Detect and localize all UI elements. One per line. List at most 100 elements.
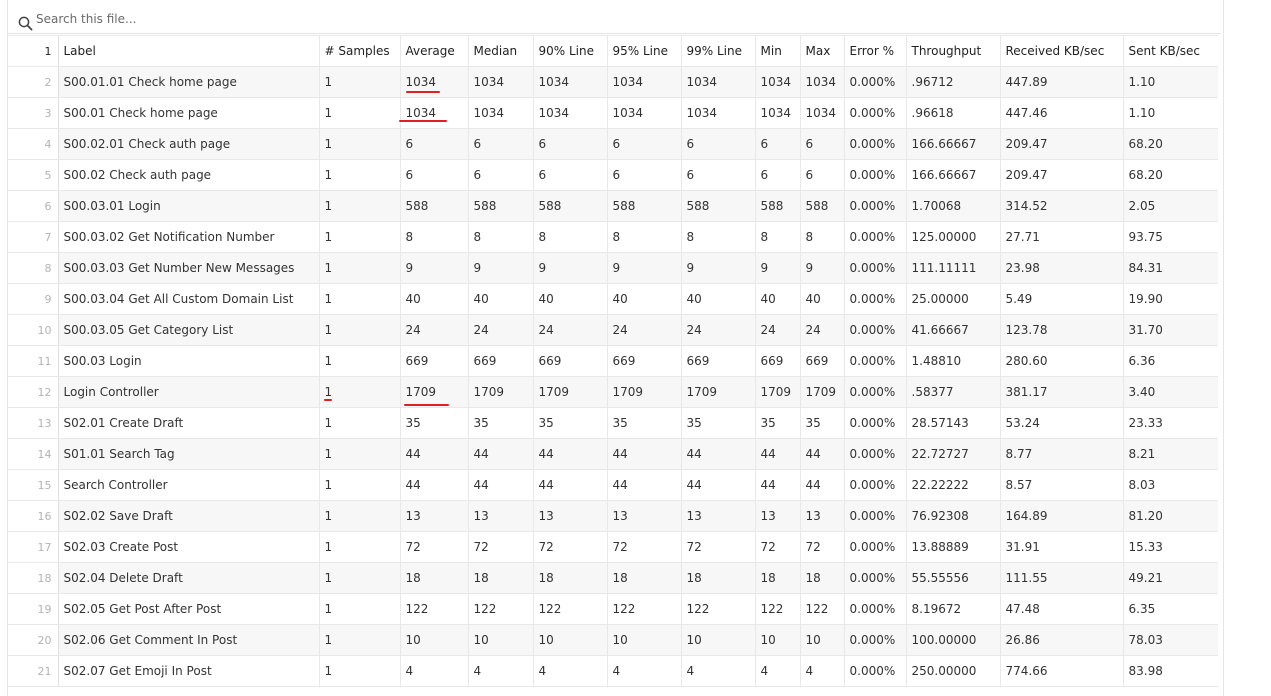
table-cell: 1 [318, 655, 400, 687]
table-cell: 1 [318, 190, 400, 222]
cell-value: 22.72727 [911, 447, 969, 461]
line-number: 4 [8, 128, 58, 160]
cell-value: 8 [686, 230, 695, 244]
cell-value: 447.89 [1005, 75, 1048, 89]
table-cell: 1.48810 [905, 345, 1000, 377]
cell-value: 40 [538, 292, 554, 306]
table-cell: 10 [606, 624, 681, 656]
table-cell: 55.55556 [905, 562, 1000, 594]
table-cell: S00.01 Check home page [57, 97, 319, 129]
table-cell: 164.89 [999, 500, 1123, 532]
table-cell: 13.88889 [905, 531, 1000, 563]
cell-value: 669 [473, 354, 497, 368]
table-cell: .96618 [905, 97, 1000, 129]
table-cell: 4 [680, 655, 755, 687]
table-cell: 1034 [799, 97, 844, 129]
table-cell: 35 [606, 407, 681, 439]
table-cell: S01.01 Search Tag [57, 438, 319, 470]
line-number: 8 [8, 252, 58, 284]
table-cell: 23.33 [1122, 407, 1218, 439]
table-cell: 1709 [467, 376, 533, 408]
table-cell: 53.24 [999, 407, 1123, 439]
column-header: Min [754, 35, 800, 67]
table-cell: 8 [606, 221, 681, 253]
cell-value: 47.48 [1005, 602, 1040, 616]
table-cell: 18 [532, 562, 607, 594]
cell-value: 3.40 [1128, 385, 1156, 399]
table-cell: S00.01.01 Check home page [57, 66, 319, 98]
cell-value: 122 [612, 602, 636, 616]
search-input[interactable] [36, 10, 436, 28]
cell-value: 44 [473, 447, 489, 461]
table-cell: 447.89 [999, 66, 1123, 98]
cell-value: 669 [760, 354, 784, 368]
table-cell: 9 [680, 252, 755, 284]
table-cell: 28.57143 [905, 407, 1000, 439]
cell-value: .58377 [911, 385, 954, 399]
table-cell: 19.90 [1122, 283, 1218, 315]
cell-value: 1034 [805, 75, 837, 89]
table-cell: 1.10 [1122, 66, 1218, 98]
cell-value: 40 [473, 292, 489, 306]
cell-value: 68.20 [1128, 137, 1163, 151]
table-cell: 72 [799, 531, 844, 563]
cell-value: 6.35 [1128, 602, 1156, 616]
table-cell: 40 [680, 283, 755, 315]
cell-value: 10 [805, 633, 821, 647]
cell-value: 1034 [473, 106, 505, 120]
table-cell: 93.75 [1122, 221, 1218, 253]
cell-value: 1 [324, 354, 333, 368]
table-row: 12 Login Controller 1 1709 1709 1709 1709 1709 1… [8, 376, 1218, 408]
table-cell: 0.000% [843, 407, 906, 439]
cell-value: 9 [612, 261, 621, 275]
line-number: 15 [8, 469, 58, 501]
table-cell: Search Controller [57, 469, 319, 501]
cell-value: 68.20 [1128, 168, 1163, 182]
table-cell: 44 [399, 469, 468, 501]
cell-value: 24 [405, 323, 421, 337]
table-cell: 1.10 [1122, 97, 1218, 129]
cell-value: 4 [405, 664, 414, 678]
cell-value: 1034 [686, 106, 718, 120]
table-cell: 588 [799, 190, 844, 222]
cell-value: 53.24 [1005, 416, 1040, 430]
cell-value: 1 [324, 602, 333, 616]
table-cell: 13 [467, 500, 533, 532]
table-cell: 24 [754, 314, 800, 346]
table-header-row: 1 Label # Samples Average Median 90% Line 95% … [8, 35, 1218, 67]
table-cell: 35 [680, 407, 755, 439]
table-cell: 1034 [532, 66, 607, 98]
table-cell: 6 [799, 128, 844, 160]
cell-value: 93.75 [1128, 230, 1163, 244]
red-underline-annotation [324, 399, 332, 401]
cell-value: 8 [405, 230, 414, 244]
cell-value: Login Controller [63, 385, 159, 399]
table-cell: 6 [680, 128, 755, 160]
column-header-label: Average [405, 44, 455, 58]
table-cell: 72 [754, 531, 800, 563]
line-number: 21 [8, 655, 58, 687]
cell-value: S00.03.03 Get Number New Messages [63, 261, 295, 275]
cell-value: 122 [538, 602, 562, 616]
cell-value: 44 [538, 447, 554, 461]
table-cell: 280.60 [999, 345, 1123, 377]
cell-value: 588 [805, 199, 829, 213]
table-cell: 3.40 [1122, 376, 1218, 408]
cell-value: 72 [405, 540, 421, 554]
cell-value: 122 [686, 602, 710, 616]
table-cell: 40 [799, 283, 844, 315]
table-cell: 10 [799, 624, 844, 656]
table-cell: 81.20 [1122, 500, 1218, 532]
cell-value: 1 [324, 509, 333, 523]
table-cell: 122 [680, 593, 755, 625]
cell-value: 31.91 [1005, 540, 1040, 554]
table-cell: 24 [606, 314, 681, 346]
line-number: 18 [8, 562, 58, 594]
red-underline-annotation [404, 404, 449, 406]
cell-value: .96712 [911, 75, 954, 89]
table-cell: S02.02 Save Draft [57, 500, 319, 532]
cell-value: 669 [405, 354, 429, 368]
table-cell: 1709 [532, 376, 607, 408]
table-cell: 669 [754, 345, 800, 377]
table-cell: 40 [467, 283, 533, 315]
